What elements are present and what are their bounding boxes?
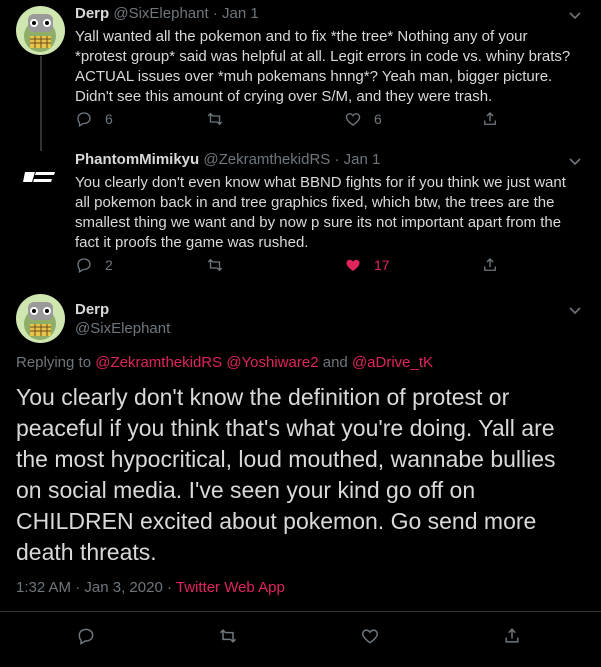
reply-icon (77, 258, 91, 273)
reply-button[interactable] (76, 626, 96, 646)
author-handle[interactable]: @ZekramthekidRS (203, 151, 330, 168)
chevron-down-icon[interactable] (568, 303, 582, 321)
like-button[interactable]: 6 (344, 110, 382, 128)
share-button[interactable] (502, 626, 522, 646)
separator: · (334, 151, 340, 168)
author-name[interactable]: PhantomMimikyu (75, 151, 199, 168)
retweet-button[interactable] (206, 110, 224, 128)
source-link[interactable]: Twitter Web App (176, 579, 285, 596)
tweet-date[interactable]: Jan 1 (222, 5, 259, 22)
avatar[interactable] (16, 294, 65, 343)
share-icon (484, 258, 496, 271)
mention-link[interactable]: @aDrive_tK (352, 354, 433, 371)
chevron-down-icon[interactable] (568, 154, 582, 172)
avatar[interactable] (16, 6, 65, 55)
heart-icon (361, 629, 379, 644)
replying-to: Replying to @ZekramthekidRS @Yoshiware2 … (16, 354, 434, 371)
author-name[interactable]: Derp (75, 5, 109, 22)
author-name[interactable]: Derp (75, 301, 109, 318)
tweet-text: You clearly don't even know what BBND fi… (75, 174, 566, 251)
retweet-icon (207, 258, 223, 272)
tweet-time[interactable]: 1:32 AM (16, 579, 71, 596)
chevron-down-icon[interactable] (568, 8, 582, 26)
retweet-icon (207, 112, 223, 126)
tweet-text: You clearly don't know the definition of… (16, 384, 556, 565)
tweet-meta: 1:32 AM · Jan 3, 2020 · Twitter Web App (16, 579, 285, 596)
like-count: 17 (374, 257, 390, 273)
reply-count: 6 (105, 111, 113, 127)
tweet-text: Yall wanted all the pokemon and to fix *… (75, 28, 571, 105)
share-button[interactable] (481, 110, 499, 128)
divider (0, 611, 601, 612)
share-icon (484, 112, 496, 125)
like-button[interactable]: 17 (344, 256, 390, 274)
reply-icon (77, 112, 91, 127)
reply-button[interactable]: 6 (75, 110, 113, 128)
author-handle[interactable]: @SixElephant (113, 5, 208, 22)
like-button[interactable] (360, 626, 380, 646)
retweet-button[interactable] (206, 256, 224, 274)
tweet-date[interactable]: Jan 1 (344, 151, 381, 168)
retweet-button[interactable] (218, 626, 238, 646)
retweet-icon (219, 629, 237, 643)
mention-link[interactable]: @ZekramthekidRS (95, 354, 222, 371)
heart-filled-icon (346, 259, 360, 271)
reply-icon (78, 628, 94, 645)
share-icon (505, 628, 519, 643)
author-handle[interactable]: @SixElephant (75, 320, 170, 337)
reply-count: 2 (105, 257, 113, 273)
reply-button[interactable]: 2 (75, 256, 113, 274)
heart-icon (345, 113, 361, 126)
avatar[interactable] (16, 152, 65, 201)
share-button[interactable] (481, 256, 499, 274)
like-count: 6 (374, 111, 382, 127)
separator: · (212, 5, 218, 22)
thread-connector (40, 56, 42, 151)
mention-link[interactable]: @Yoshiware2 (226, 354, 318, 371)
tweet-date[interactable]: Jan 3, 2020 (84, 579, 162, 596)
